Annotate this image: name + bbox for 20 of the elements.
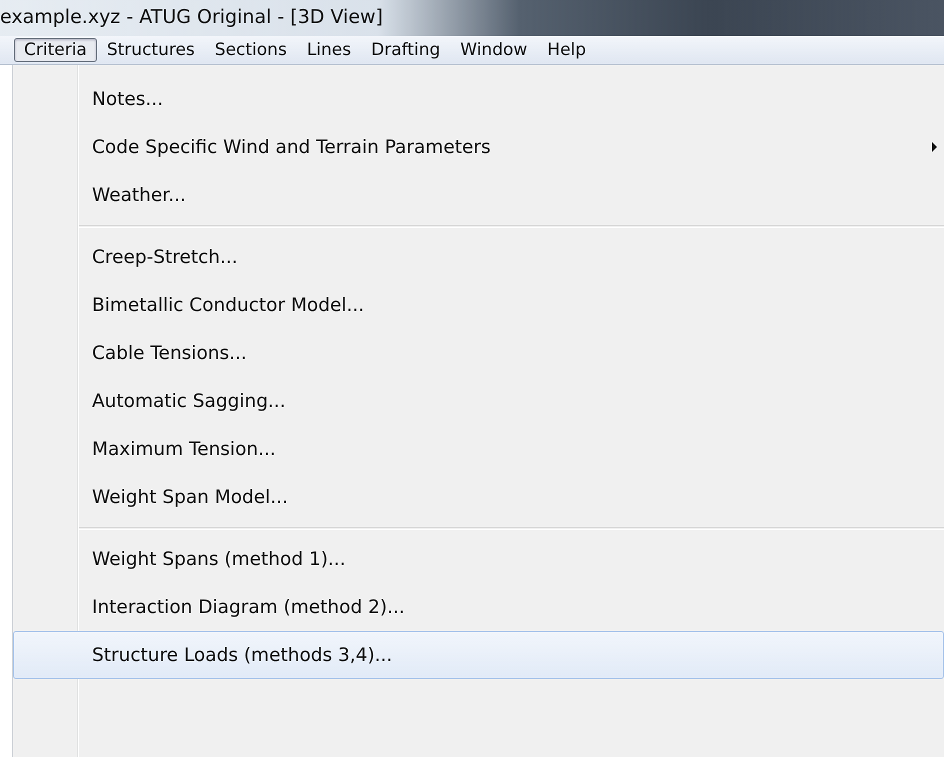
menu-item[interactable]: Cable Tensions...	[13, 329, 944, 377]
menu-item[interactable]: Weight Span Model...	[13, 473, 944, 521]
menu-bar-item[interactable]: Structures	[96, 38, 205, 62]
menu-item[interactable]: Code Specific Wind and Terrain Parameters	[13, 123, 944, 171]
menu-item[interactable]: Weather...	[13, 171, 944, 219]
menu-item[interactable]: Structure Loads (methods 3,4)...	[13, 631, 944, 679]
menu-item[interactable]: Bimetallic Conductor Model...	[13, 281, 944, 329]
menu-bar-item[interactable]: Lines	[296, 38, 362, 62]
menu-item[interactable]: Automatic Sagging...	[13, 377, 944, 425]
menu-bar-item[interactable]: Criteria	[14, 38, 97, 62]
menu-bar-item[interactable]: Window	[450, 38, 538, 62]
menu-item[interactable]: Interaction Diagram (method 2)...	[13, 583, 944, 631]
menu-bar-item[interactable]: Sections	[204, 38, 297, 62]
menu-item[interactable]: Weight Spans (method 1)...	[13, 535, 944, 583]
menu-bar-item[interactable]: Help	[537, 38, 596, 62]
menu-item[interactable]: Creep-Stretch...	[13, 233, 944, 281]
window-title: example.xyz - ATUG Original - [3D View]	[0, 5, 384, 30]
menu-item[interactable]: Maximum Tension...	[13, 425, 944, 473]
menu-bar-item[interactable]: Drafting	[361, 38, 450, 62]
menu-item[interactable]: Notes...	[13, 75, 944, 123]
